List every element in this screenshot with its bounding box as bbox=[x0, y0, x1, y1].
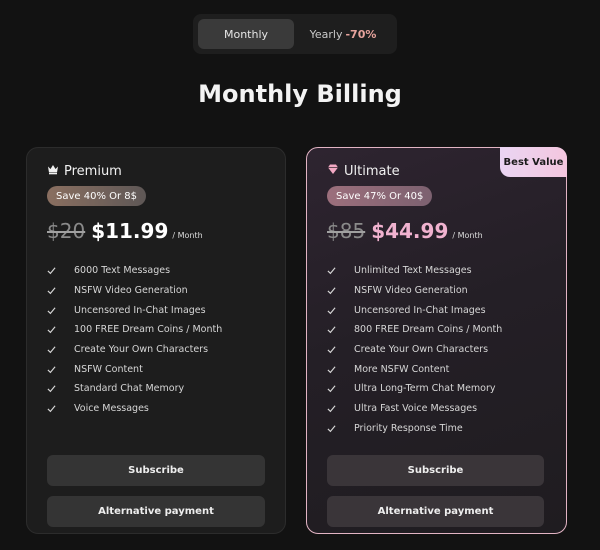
feature-text: 800 FREE Dream Coins / Month bbox=[354, 324, 503, 336]
feature-item: Ultra Fast Voice Messages bbox=[327, 399, 502, 419]
check-icon bbox=[327, 424, 354, 433]
price-row: $20 $11.99 / Month bbox=[47, 219, 203, 243]
feature-text: NSFW Video Generation bbox=[354, 285, 468, 297]
feature-item: NSFW Video Generation bbox=[47, 281, 222, 301]
feature-text: More NSFW Content bbox=[354, 363, 450, 375]
feature-text: Uncensored In-Chat Images bbox=[74, 304, 206, 316]
monthly-tab-label: Monthly bbox=[223, 27, 269, 41]
check-icon bbox=[47, 404, 74, 413]
plan-name: Ultimate bbox=[344, 163, 400, 179]
feature-text: Create Your Own Characters bbox=[354, 344, 489, 356]
feature-list: 6000 Text Messages NSFW Video Generation… bbox=[47, 261, 222, 419]
feature-item: Voice Messages bbox=[47, 399, 222, 419]
check-icon bbox=[327, 266, 354, 275]
save-badge: Save 40% Or 8$ bbox=[47, 186, 147, 206]
plan-card-premium: Premium Save 40% Or 8$ $20 $11.99 / Mont… bbox=[26, 147, 286, 534]
feature-item: Uncensored In-Chat Images bbox=[47, 300, 222, 320]
feature-list: Unlimited Text Messages NSFW Video Gener… bbox=[327, 261, 502, 438]
feature-text: Voice Messages bbox=[74, 403, 149, 415]
billing-period-toggle: Monthly Yearly -70% bbox=[193, 14, 397, 54]
yearly-discount: -70% bbox=[345, 27, 377, 41]
check-icon bbox=[327, 384, 354, 393]
feature-item: Ultra Long-Term Chat Memory bbox=[327, 379, 502, 399]
price-period: / Month bbox=[172, 231, 203, 240]
feature-text: Create Your Own Characters bbox=[74, 344, 209, 356]
feature-item: 6000 Text Messages bbox=[47, 261, 222, 281]
feature-text: NSFW Video Generation bbox=[74, 285, 188, 297]
diamond-icon bbox=[327, 163, 339, 179]
feature-item: NSFW Content bbox=[47, 359, 222, 379]
check-icon bbox=[47, 266, 74, 275]
check-icon bbox=[327, 365, 354, 374]
feature-text: 100 FREE Dream Coins / Month bbox=[74, 324, 223, 336]
feature-item: Priority Response Time bbox=[327, 419, 502, 439]
subscribe-button[interactable]: Subscribe bbox=[327, 455, 544, 486]
new-price: $11.99 bbox=[91, 219, 169, 243]
price-row: $85 $44.99 / Month bbox=[327, 219, 483, 243]
check-icon bbox=[327, 404, 354, 413]
feature-item: NSFW Video Generation bbox=[327, 281, 502, 301]
feature-item: 100 FREE Dream Coins / Month bbox=[47, 320, 222, 340]
new-price: $44.99 bbox=[371, 219, 449, 243]
check-icon bbox=[47, 384, 74, 393]
alternative-payment-button[interactable]: Alternative payment bbox=[327, 496, 544, 527]
yearly-tab-label: Yearly bbox=[309, 27, 343, 41]
feature-item: Standard Chat Memory bbox=[47, 379, 222, 399]
subscribe-button[interactable]: Subscribe bbox=[47, 455, 265, 486]
feature-item: Create Your Own Characters bbox=[47, 340, 222, 360]
feature-item: Uncensored In-Chat Images bbox=[327, 300, 502, 320]
old-price: $20 bbox=[47, 219, 86, 243]
feature-text: Unlimited Text Messages bbox=[354, 265, 472, 277]
feature-text: Priority Response Time bbox=[354, 422, 463, 434]
page-title: Monthly Billing bbox=[198, 80, 402, 108]
check-icon bbox=[47, 365, 74, 374]
check-icon bbox=[327, 345, 354, 354]
check-icon bbox=[47, 306, 74, 315]
check-icon bbox=[327, 325, 354, 334]
feature-item: More NSFW Content bbox=[327, 359, 502, 379]
feature-text: Ultra Fast Voice Messages bbox=[354, 403, 478, 415]
plan-header: Ultimate bbox=[327, 163, 400, 179]
feature-item: Create Your Own Characters bbox=[327, 340, 502, 360]
feature-text: Standard Chat Memory bbox=[74, 383, 185, 395]
monthly-tab[interactable]: Monthly bbox=[198, 19, 294, 49]
feature-item: Unlimited Text Messages bbox=[327, 261, 502, 281]
feature-item: 800 FREE Dream Coins / Month bbox=[327, 320, 502, 340]
old-price: $85 bbox=[327, 219, 366, 243]
feature-text: Ultra Long-Term Chat Memory bbox=[354, 383, 496, 395]
check-icon bbox=[327, 286, 354, 295]
check-icon bbox=[47, 325, 74, 334]
check-icon bbox=[327, 306, 354, 315]
best-value-badge: Best Value bbox=[500, 147, 567, 177]
plan-card-ultimate: Best Value Ultimate Save 47% Or 40$ $85 … bbox=[306, 147, 567, 534]
yearly-tab[interactable]: Yearly -70% bbox=[294, 19, 392, 49]
check-icon bbox=[47, 286, 74, 295]
plan-name: Premium bbox=[64, 163, 122, 179]
plan-header: Premium bbox=[47, 163, 122, 179]
feature-text: NSFW Content bbox=[74, 363, 143, 375]
feature-text: 6000 Text Messages bbox=[74, 265, 171, 277]
crown-icon bbox=[47, 163, 59, 179]
feature-text: Uncensored In-Chat Images bbox=[354, 304, 486, 316]
check-icon bbox=[47, 345, 74, 354]
price-period: / Month bbox=[452, 231, 483, 240]
alternative-payment-button[interactable]: Alternative payment bbox=[47, 496, 265, 527]
save-badge: Save 47% Or 40$ bbox=[327, 186, 433, 206]
